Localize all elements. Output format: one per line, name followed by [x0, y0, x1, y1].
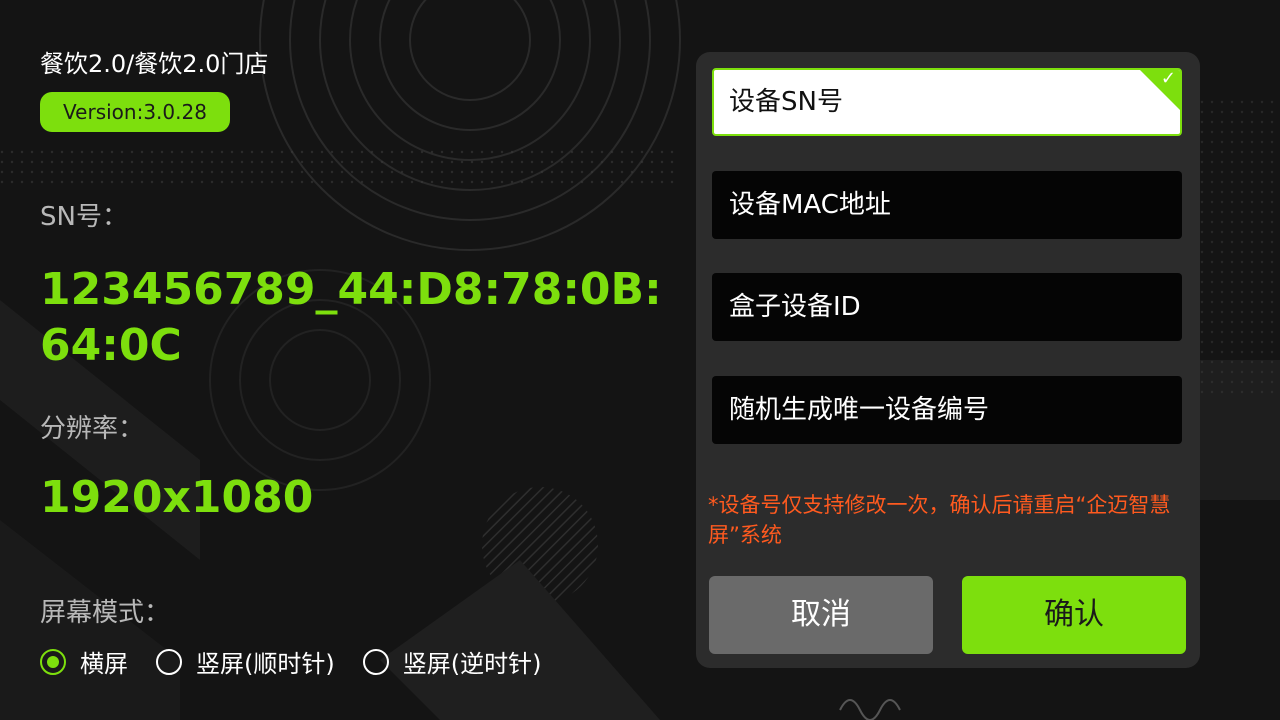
confirm-button[interactable]: 确认: [962, 576, 1186, 654]
option-label: 盒子设备ID: [729, 292, 861, 322]
version-badge: Version:3.0.28: [40, 92, 230, 132]
cancel-button[interactable]: 取消: [709, 576, 933, 654]
screen-mode-landscape[interactable]: 横屏: [40, 644, 128, 679]
resolution-label: 分辨率：: [40, 414, 145, 444]
screen-mode-label-landscape: 横屏: [80, 650, 128, 678]
radio-checked-icon[interactable]: [40, 648, 66, 675]
sn-label: SN号：: [40, 202, 128, 232]
screen-mode-label: 屏幕模式：: [40, 598, 171, 628]
option-random-unique-id[interactable]: 随机生成唯一设备编号: [712, 376, 1182, 444]
sn-value-line2: 64:0C: [40, 320, 182, 371]
warning-notice: *设备号仅支持修改一次，确认后请重启“企迈智慧屏”系统: [708, 493, 1171, 547]
option-device-sn[interactable]: 设备SN号 ✓: [712, 68, 1182, 136]
device-id-dialog: 设备SN号 ✓ 设备MAC地址 盒子设备ID 随机生成唯一设备编号 *设备号仅支…: [696, 52, 1200, 668]
check-icon: ✓: [1160, 68, 1176, 89]
radio-unchecked-icon[interactable]: [156, 648, 182, 675]
sn-value-line1: 123456789_44:D8:78:0B:: [40, 264, 662, 315]
sn-value: 123456789_44:D8:78:0B: 64:0C: [40, 262, 662, 374]
option-label: 随机生成唯一设备编号: [729, 395, 990, 425]
screen-mode-portrait-clockwise[interactable]: 竖屏(顺时针): [156, 644, 335, 679]
screen-mode-portrait-counterclockwise[interactable]: 竖屏(逆时针): [362, 644, 542, 679]
option-label: 设备SN号: [729, 87, 843, 117]
option-device-mac[interactable]: 设备MAC地址: [712, 171, 1182, 239]
radio-unchecked-icon[interactable]: [362, 648, 389, 675]
option-label: 设备MAC地址: [729, 190, 891, 220]
breadcrumb: 餐饮2.0/餐饮2.0门店: [40, 50, 269, 78]
screen-mode-label-portrait-clockwise: 竖屏(顺时针): [196, 650, 335, 678]
resolution-value: 1920x1080: [40, 472, 314, 523]
device-info-panel: 餐饮2.0/餐饮2.0门店 Version:3.0.28 SN号： 123456…: [0, 0, 680, 720]
screen-mode-group: 横屏 竖屏(顺时针) 竖屏(逆时针): [40, 644, 541, 679]
screen-mode-label-portrait-counterclockwise: 竖屏(逆时针): [402, 650, 542, 678]
option-box-device-id[interactable]: 盒子设备ID: [712, 273, 1182, 341]
